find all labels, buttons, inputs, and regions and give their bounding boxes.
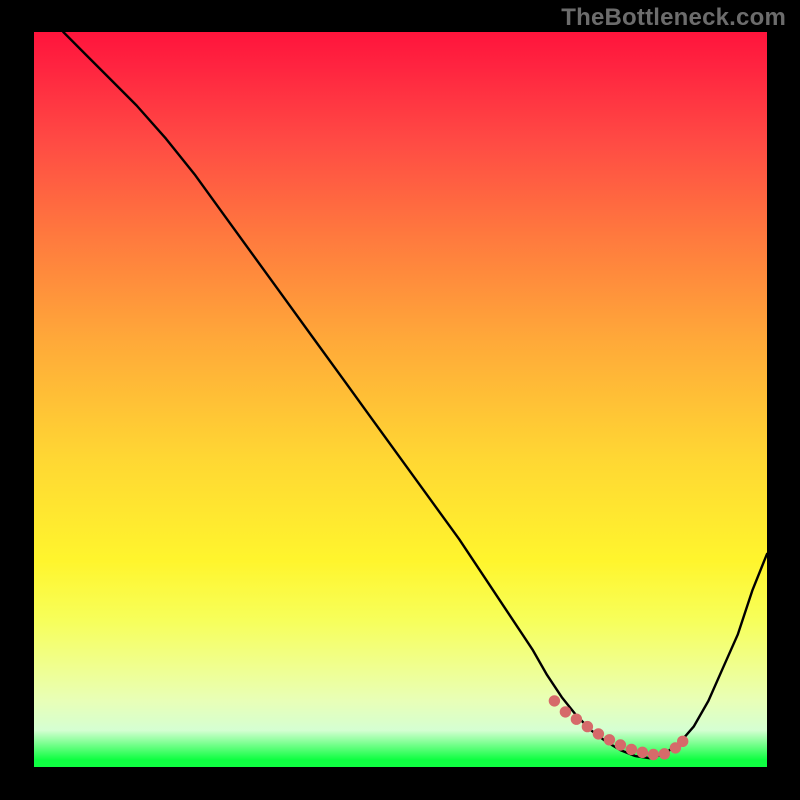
marker-dot xyxy=(615,740,625,750)
marker-dot xyxy=(637,747,647,757)
curve-line xyxy=(63,32,767,758)
marker-dot xyxy=(659,749,669,759)
marker-dot xyxy=(593,729,603,739)
marker-dot xyxy=(648,749,658,759)
bottleneck-curve xyxy=(34,32,767,767)
marker-dot xyxy=(582,721,592,731)
watermark-text: TheBottleneck.com xyxy=(561,4,786,32)
marker-dot xyxy=(604,735,614,745)
marker-dot xyxy=(678,736,688,746)
plot-area xyxy=(34,32,767,767)
marker-dot xyxy=(549,696,559,706)
marker-dot xyxy=(560,707,570,717)
chart-frame: TheBottleneck.com xyxy=(0,0,800,800)
marker-dot xyxy=(571,714,581,724)
marker-dot xyxy=(626,744,636,754)
marker-dots xyxy=(549,696,688,760)
